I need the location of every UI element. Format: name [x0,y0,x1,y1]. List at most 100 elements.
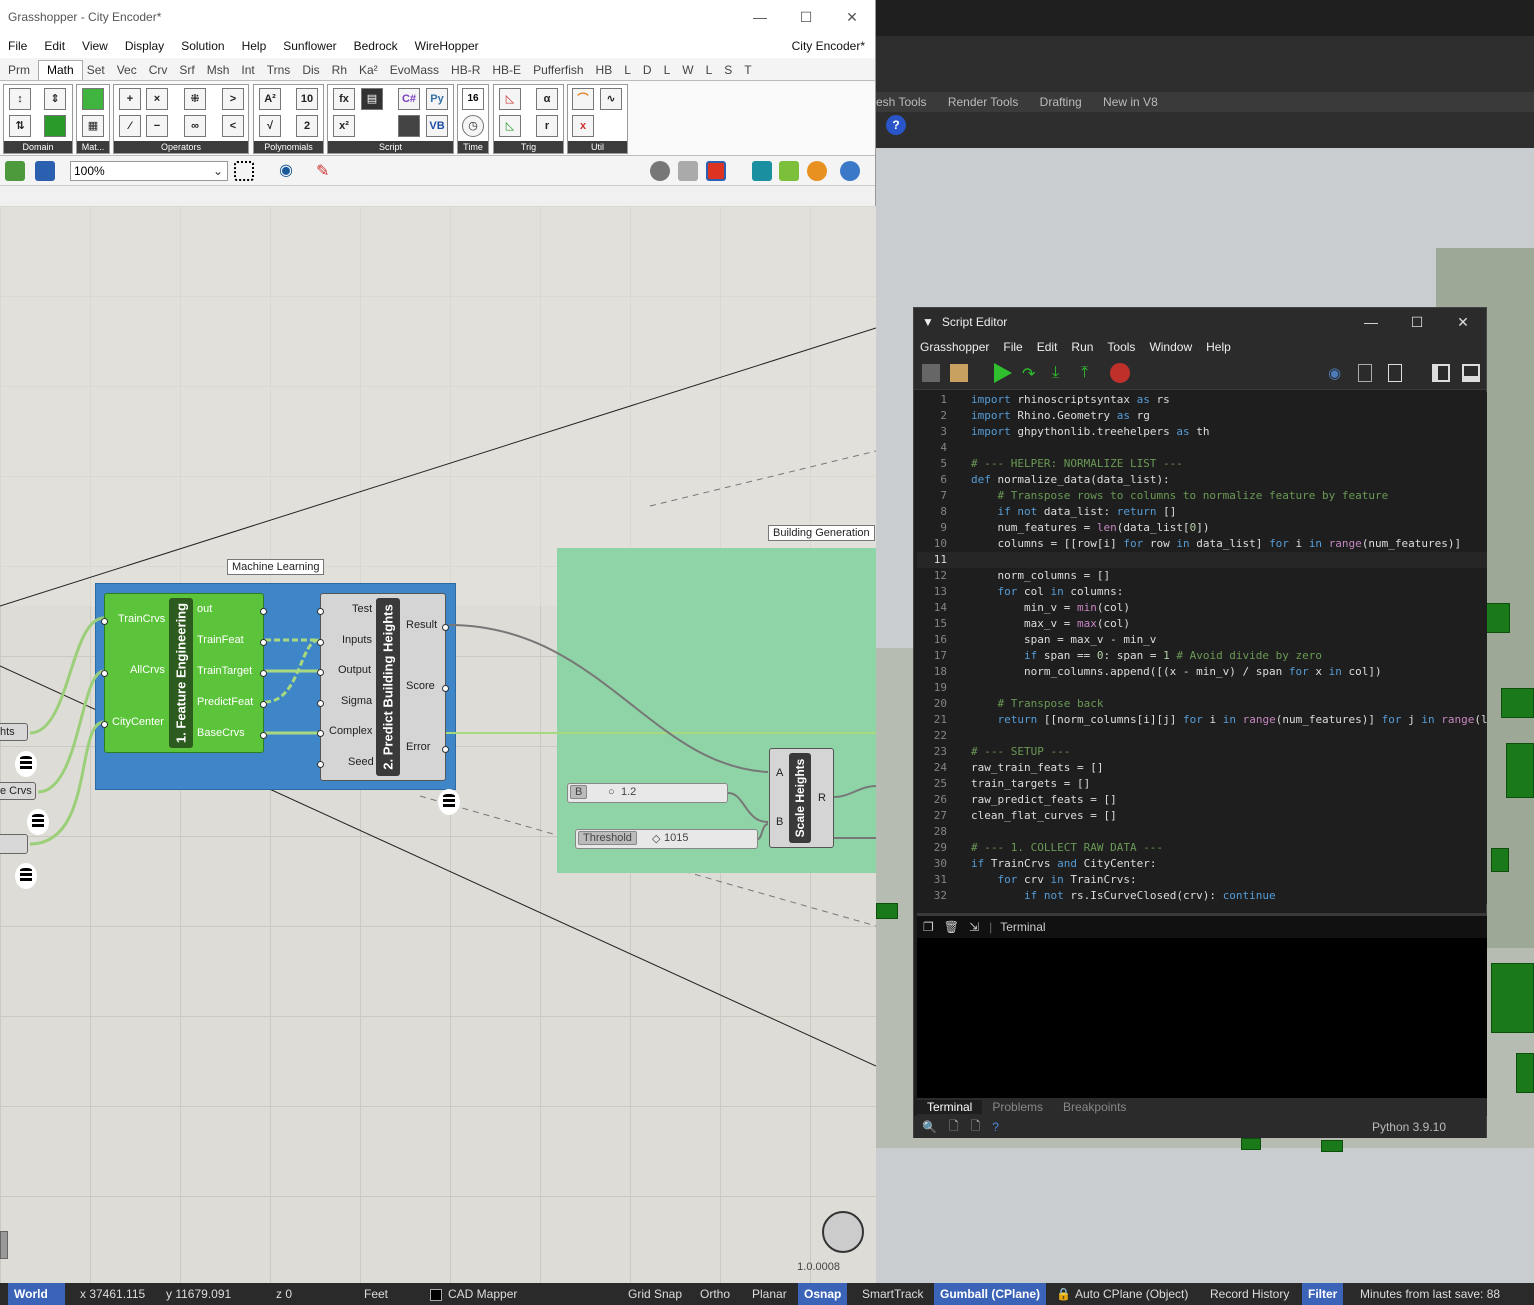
menu-display[interactable]: Display [125,39,164,53]
addition-icon[interactable]: + [119,88,141,110]
code-line[interactable]: 20 # Transpose back [917,696,1487,712]
maximize-icon[interactable]: ☐ [1394,314,1440,331]
layer-cad-mapper[interactable]: CAD Mapper [430,1283,517,1305]
tab-problems[interactable]: Problems [982,1100,1053,1114]
rhino-tab-drafting[interactable]: Drafting [1040,92,1082,112]
epsilon-icon[interactable]: x [572,115,594,137]
slider-handle-icon[interactable]: ○ [608,786,615,798]
gh-tab-16[interactable]: HB [592,63,621,80]
code-line[interactable]: 18 norm_columns.append([(x - min_v) / sp… [917,664,1487,680]
python-version[interactable]: Python 3.9.10 [1372,1120,1446,1134]
triangle-icon[interactable]: ◺ [499,88,521,110]
se-menu-help[interactable]: Help [1206,340,1231,354]
code-line[interactable]: 24 raw_train_feats = [] [917,760,1487,776]
input-grip[interactable] [101,721,108,728]
open-file-icon[interactable] [5,161,25,181]
input-b[interactable]: B [776,816,783,828]
script-editor-icon[interactable]: ▤ [361,88,383,110]
se-menu-window[interactable]: Window [1149,340,1192,354]
gh-tab-23[interactable]: T [740,63,759,80]
se-menu-tools[interactable]: Tools [1107,340,1135,354]
component-predict-building-heights[interactable]: 2. Predict Building Heights Test Inputs … [317,593,449,781]
code-line[interactable]: 27 clean_flat_curves = [] [917,808,1487,824]
trash-icon[interactable]: 🗑 [944,920,959,934]
input-complex[interactable]: Complex [329,725,372,737]
stop-icon[interactable] [1110,363,1130,383]
input-grip[interactable] [317,639,324,646]
code-line[interactable]: 9 num_features = len(data_list[0]) [917,520,1487,536]
input-citycenter[interactable]: CityCenter [112,716,164,728]
gh-tab-11[interactable]: Ka² [355,63,386,80]
code-line[interactable]: 7 # Transpose rows to columns to normali… [917,488,1487,504]
gh-tab-13[interactable]: HB-R [447,63,488,80]
input-traincrvs[interactable]: TrainCrvs [118,613,165,625]
se-menu-file[interactable]: File [1003,340,1022,354]
close-icon[interactable]: ✕ [1440,314,1486,331]
code-line[interactable]: 6 def normalize_data(data_list): [917,472,1487,488]
output-grip[interactable] [442,624,449,631]
gh-tab-3[interactable]: Vec [113,63,145,80]
code-line[interactable]: 11 [917,552,1487,568]
grid-matrix-icon[interactable]: ▦ [82,115,104,137]
gh-tab-19[interactable]: L [660,63,679,80]
input-allcrvs[interactable]: AllCrvs [130,664,165,676]
save-file-icon[interactable] [35,161,55,181]
bottom-panel-icon[interactable] [1462,364,1480,382]
toggle-ortho[interactable]: Ortho [700,1283,730,1305]
output-score[interactable]: Score [406,680,435,692]
code-editor[interactable]: 1 import rhinoscriptsyntax as rs 2 import R… [917,392,1487,904]
sphere-preview-icon[interactable] [840,161,860,181]
slider-b[interactable]: B ○ 1.2 [567,783,728,803]
output-trainfeat[interactable]: TrainFeat [197,634,244,646]
radians-icon[interactable]: r [536,115,558,137]
domain-icon[interactable]: ↕ [9,88,31,110]
gh-tab-12[interactable]: EvoMass [386,63,447,80]
csharp-icon[interactable]: C# [398,88,420,110]
gh-tab-1[interactable]: Math [38,60,83,80]
close-icon[interactable]: ✕ [829,9,875,26]
input-grip[interactable] [317,730,324,737]
slider-handle-icon[interactable]: ◇ [652,832,660,845]
gh-tab-5[interactable]: Srf [175,63,202,80]
menu-wirehopper[interactable]: WireHopper [415,39,479,53]
input-grip[interactable] [101,670,108,677]
code-line[interactable]: 19 [917,680,1487,696]
wrap-icon[interactable]: ⇲ [969,920,979,934]
code-line[interactable]: 12 norm_columns = [] [917,568,1487,584]
input-grip[interactable] [317,700,324,707]
copy-icon[interactable]: ❐ [923,920,934,934]
gh-tab-8[interactable]: Trns [263,63,299,80]
gh-canvas[interactable]: Machine Learning Building Generation 1. … [0,206,876,1283]
preview-shaded-icon[interactable] [650,161,670,181]
canvas-scroll-handle[interactable] [0,1231,8,1259]
output-grip[interactable] [260,639,267,646]
menu-sunflower[interactable]: Sunflower [283,39,336,53]
minimize-icon[interactable]: — [737,9,783,26]
mesh-settings-icon[interactable] [779,161,799,181]
run-icon[interactable] [994,363,1012,383]
power-of-2-icon[interactable]: 2 [296,115,318,137]
se-menu-edit[interactable]: Edit [1037,340,1058,354]
output-grip[interactable] [442,685,449,692]
gh-tab-20[interactable]: W [678,63,701,80]
gate-icon[interactable]: ∞ [184,115,206,137]
output-predictfeat[interactable]: PredictFeat [197,696,253,708]
gh-tab-14[interactable]: HB-E [488,63,529,80]
navigation-widget-icon[interactable] [822,1211,864,1253]
component-feature-engineering[interactable]: 1. Feature Engineering TrainCrvs AllCrvs… [101,593,267,753]
step-into-icon[interactable]: ⤓ [1052,364,1070,382]
deconstruct-domain-icon[interactable]: ⇅ [9,115,31,137]
input-grip[interactable] [101,618,108,625]
maximize-icon[interactable]: ☐ [783,9,829,26]
toggle-record-history[interactable]: Record History [1210,1283,1289,1305]
code-line[interactable]: 15 max_v = max(col) [917,616,1487,632]
code-line[interactable]: 14 min_v = min(col) [917,600,1487,616]
eval-expression-icon[interactable]: x² [333,115,355,137]
param-stub[interactable] [0,834,28,854]
code-line[interactable]: 23 # --- SETUP --- [917,744,1487,760]
alpha-icon[interactable]: α [536,88,558,110]
gh-tab-22[interactable]: S [720,63,740,80]
input-sigma[interactable]: Sigma [341,695,372,707]
slider-threshold[interactable]: Threshold ◇ 1015 [575,829,758,849]
smaller-than-icon[interactable]: < [222,115,244,137]
